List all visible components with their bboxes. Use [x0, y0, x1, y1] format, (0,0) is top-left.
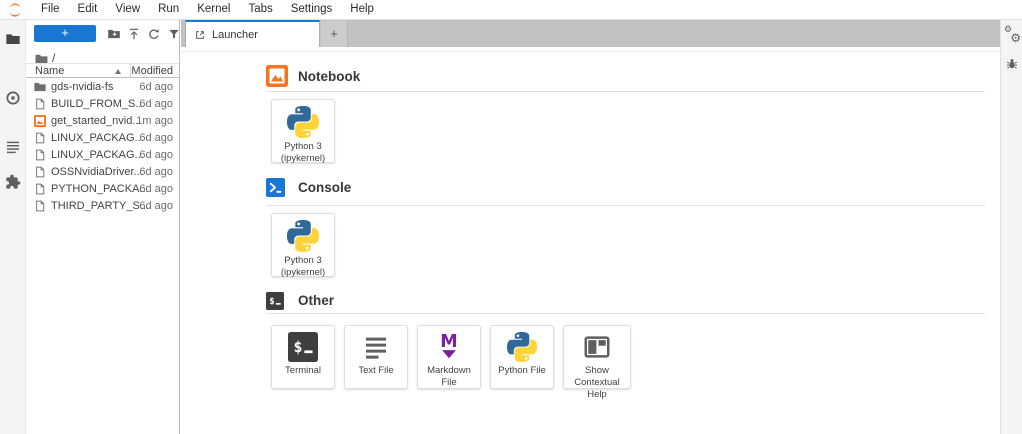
menu-file[interactable]: File [32, 0, 69, 19]
file-row[interactable]: LINUX_PACKAG... 6d ago [26, 130, 179, 147]
terminal-icon: $ [288, 332, 318, 362]
python-logo-icon [287, 106, 319, 138]
menu-bar: File Edit View Run Kernel Tabs Settings … [0, 0, 1022, 20]
console-icon [266, 178, 285, 197]
filter-icon[interactable] [167, 27, 181, 41]
svg-text:$: $ [269, 297, 274, 307]
launcher-card-console-python3[interactable]: Python 3 (ipykernel) [271, 213, 335, 277]
new-launcher-button[interactable]: + [34, 25, 96, 42]
file-row[interactable]: OSSNvidiaDriver... 6d ago [26, 164, 179, 181]
panel-divider [181, 51, 1000, 52]
file-icon [34, 166, 46, 178]
column-header-name[interactable]: Name [35, 65, 64, 77]
menu-edit[interactable]: Edit [69, 0, 107, 19]
file-row[interactable]: get_started_nvid... 1m ago [26, 113, 179, 130]
column-header-modified[interactable]: Modified [131, 65, 173, 77]
contextual-help-icon [582, 332, 612, 362]
sort-ascending-icon [115, 69, 121, 74]
menu-run[interactable]: Run [149, 0, 188, 19]
launcher-panel: Notebook Python 3 (ipykernel) Console [181, 47, 1000, 434]
folder-icon [35, 53, 48, 64]
folder-icon [34, 81, 46, 93]
file-row[interactable]: gds-nvidia-fs 6d ago [26, 79, 179, 96]
files-icon[interactable] [5, 31, 21, 47]
menu-view[interactable]: View [106, 0, 149, 19]
jupyterlab-window: File Edit View Run Kernel Tabs Settings … [0, 0, 1022, 434]
file-list: gds-nvidia-fs 6d ago BUILD_FROM_S... 6d … [26, 79, 179, 215]
section-divider [266, 205, 985, 206]
main-dock: Launcher + Notebook Python 3 (ipykernel) [181, 20, 1000, 434]
svg-text:M: M [440, 332, 457, 352]
menu-settings[interactable]: Settings [282, 0, 342, 19]
debugger-icon[interactable] [1005, 56, 1019, 71]
add-tab-button[interactable]: + [321, 21, 348, 47]
section-title-console: Console [298, 180, 351, 195]
other-cards-row: $ Terminal Text File M Markdown File [271, 325, 631, 389]
menu-tabs[interactable]: Tabs [239, 0, 281, 19]
launcher-card-python-file[interactable]: Python File [490, 325, 554, 389]
menu-kernel[interactable]: Kernel [188, 0, 239, 19]
section-divider [266, 91, 985, 92]
jupyter-logo-icon [6, 2, 24, 18]
launcher-card-terminal[interactable]: $ Terminal [271, 325, 335, 389]
refresh-icon[interactable] [147, 27, 161, 41]
activity-bar [0, 20, 26, 434]
python-logo-icon [287, 220, 319, 252]
launcher-card-notebook-python3[interactable]: Python 3 (ipykernel) [271, 99, 335, 163]
terminal-icon: $ [266, 292, 284, 310]
file-row[interactable]: BUILD_FROM_S... 6d ago [26, 96, 179, 113]
file-row[interactable]: PYTHON_PACKA... 6d ago [26, 181, 179, 198]
section-title-notebook: Notebook [298, 69, 360, 84]
running-icon[interactable] [5, 90, 21, 106]
property-inspector-icon[interactable]: ⚙ ⚙ [1004, 26, 1021, 44]
tab-bar: Launcher + [181, 20, 1000, 47]
markdown-icon: M [434, 332, 464, 362]
new-folder-icon[interactable] [107, 27, 121, 41]
file-icon [34, 149, 46, 161]
section-title-other: Other [298, 293, 334, 308]
right-sidebar: ⚙ ⚙ [1000, 20, 1022, 434]
file-icon [34, 98, 46, 110]
file-browser-panel: + / Name Modified gds-nvidia-fs 6 [26, 20, 180, 434]
svg-text:$: $ [293, 338, 302, 356]
upload-icon[interactable] [127, 27, 141, 41]
notebook-file-icon [34, 115, 46, 127]
file-icon [34, 183, 46, 195]
tab-launcher[interactable]: Launcher [185, 20, 320, 47]
extensions-icon[interactable] [5, 174, 21, 190]
notebook-icon [266, 65, 288, 87]
file-row[interactable]: LINUX_PACKAG... 6d ago [26, 147, 179, 164]
text-file-icon [361, 332, 391, 362]
file-icon [34, 200, 46, 212]
launcher-card-markdown-file[interactable]: M Markdown File [417, 325, 481, 389]
section-divider [266, 313, 985, 314]
launcher-card-show-contextual-help[interactable]: Show Contextual Help [563, 325, 631, 389]
toc-icon[interactable] [5, 139, 21, 155]
file-row[interactable]: THIRD_PARTY_S... 6d ago [26, 198, 179, 215]
launcher-tab-icon [194, 29, 206, 41]
file-icon [34, 132, 46, 144]
file-list-header: Name Modified [26, 63, 179, 78]
python-logo-icon [507, 332, 537, 362]
menu-help[interactable]: Help [341, 0, 383, 19]
launcher-card-text-file[interactable]: Text File [344, 325, 408, 389]
